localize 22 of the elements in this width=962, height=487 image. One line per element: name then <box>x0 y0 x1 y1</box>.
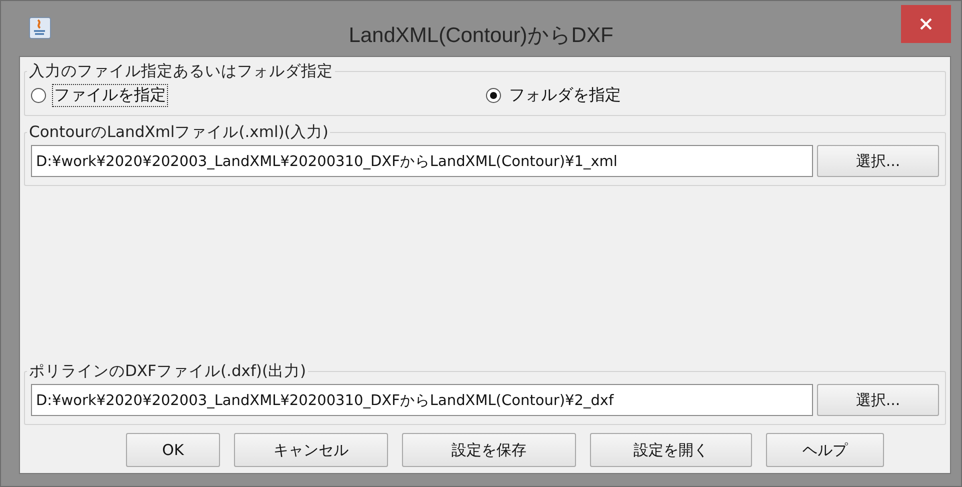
path-field[interactable]: D:¥work¥2020¥202003_LandXML¥20200310_DXFからLandXML(Contour)¥1_xml <box>31 145 813 177</box>
browse-button[interactable]: 選択... <box>817 145 939 177</box>
group-legend: ContourのLandXmlファイル(.xml)(入力) <box>27 122 330 143</box>
window-title: LandXML(Contour)からDXF <box>348 22 614 48</box>
dialog-button[interactable]: OK <box>126 433 220 467</box>
close-button[interactable] <box>901 5 951 43</box>
path-field[interactable]: D:¥work¥2020¥202003_LandXML¥20200310_DXFからLandXML(Contour)¥2_dxf <box>31 384 813 416</box>
radio-button[interactable] <box>486 88 501 103</box>
radio-label: ファイルを指定 <box>52 84 168 107</box>
group-legend: 入力のファイル指定あるいはフォルダ指定 <box>27 61 335 82</box>
browse-button[interactable]: 選択... <box>817 384 939 416</box>
close-icon <box>919 17 933 31</box>
radio-label: フォルダを指定 <box>508 84 622 106</box>
radio-option[interactable]: フォルダを指定 <box>486 84 939 107</box>
radio-option[interactable]: ファイルを指定 <box>31 84 486 107</box>
group-legend: ポリラインのDXFファイル(.dxf)(出力) <box>27 361 308 382</box>
dialog-button[interactable]: キャンセル <box>234 433 388 467</box>
radio-button[interactable] <box>31 88 46 103</box>
dialog-button[interactable]: 設定を保存 <box>402 433 576 467</box>
dialog-button[interactable]: 設定を開く <box>590 433 752 467</box>
dialog-button[interactable]: ヘルプ <box>766 433 884 467</box>
app-icon <box>29 16 51 38</box>
